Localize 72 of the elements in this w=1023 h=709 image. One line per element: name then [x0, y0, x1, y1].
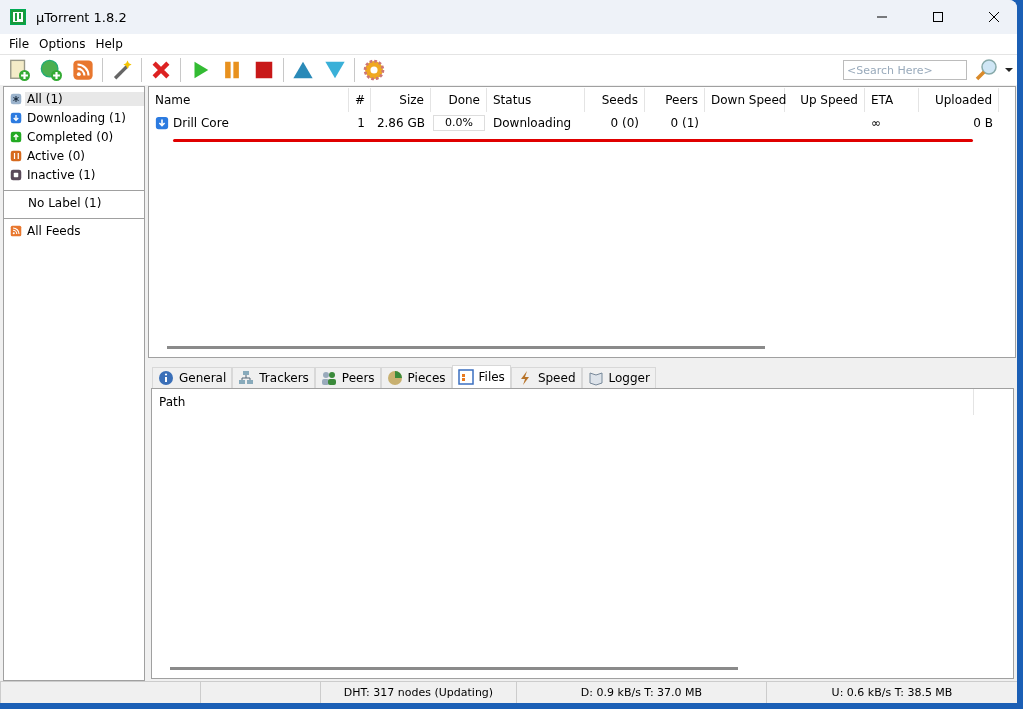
detail-tab[interactable]: Files — [451, 365, 511, 388]
column-header[interactable]: # — [349, 88, 371, 112]
app-logo-icon — [10, 9, 26, 25]
stop-icon — [253, 59, 275, 81]
magic-wand-icon — [111, 59, 133, 81]
toolbar-button[interactable] — [361, 57, 387, 83]
table-cell-text: 1 — [356, 116, 366, 130]
people-icon — [320, 370, 337, 386]
scrollbar-thumb[interactable] — [167, 346, 765, 349]
search-field[interactable]: <Search Here> — [843, 60, 967, 80]
table-cell: Drill Core — [149, 116, 349, 130]
detail-tab[interactable]: Speed — [510, 367, 582, 388]
close-icon — [988, 11, 1000, 23]
book-icon — [587, 370, 604, 386]
scrollbar-thumb[interactable] — [170, 667, 738, 670]
network-icon — [238, 370, 255, 386]
column-header[interactable]: Down Speed — [705, 88, 785, 112]
table-cell-text: 2.86 GB — [375, 116, 426, 130]
sidebar-item[interactable]: Active (0) — [25, 148, 144, 163]
column-header[interactable]: Up Speed — [785, 88, 865, 112]
toolbar-button[interactable] — [70, 57, 96, 83]
table-cell-text: 0 (1) — [669, 116, 700, 130]
sidebar-item[interactable]: Completed (0) — [25, 129, 144, 144]
column-header[interactable]: Done — [431, 88, 487, 112]
column-header[interactable]: Seeds — [585, 88, 645, 112]
globe-add-icon — [40, 59, 62, 81]
column-header[interactable]: ETA — [865, 88, 919, 112]
window-title: µTorrent 1.8.2 — [36, 9, 128, 25]
dropdown-caret-icon[interactable] — [1005, 67, 1013, 73]
menu-item[interactable]: File — [4, 37, 35, 51]
search-button[interactable] — [973, 57, 999, 83]
info-icon — [158, 370, 174, 386]
pie-icon — [386, 370, 403, 386]
table-cell-text: Downloading — [492, 116, 573, 130]
detail-tab[interactable]: Trackers — [232, 367, 315, 388]
menu-item[interactable]: Options — [34, 37, 91, 51]
search-icon — [974, 58, 998, 82]
stop-square-icon — [10, 167, 22, 182]
table-cell-text: 0 (0) — [609, 116, 640, 130]
maximize-icon — [932, 11, 944, 23]
sidebar-item[interactable]: No Label (1) — [26, 195, 144, 210]
progress-bar: 0.0% — [433, 115, 485, 131]
table-cell-text: ∞ — [870, 116, 882, 130]
column-header[interactable]: Peers — [645, 88, 705, 112]
window-icon — [457, 369, 474, 385]
detail-tab[interactable]: General — [152, 367, 233, 388]
sidebar-item[interactable]: Inactive (1) — [25, 167, 144, 182]
sidebar-item[interactable]: Downloading (1) — [25, 110, 144, 125]
column-header[interactable]: Size — [371, 88, 431, 112]
toolbar-button[interactable] — [38, 57, 64, 83]
status-text: DHT: 317 nodes (Updating) — [320, 682, 516, 703]
sidebar-item[interactable]: All (1) — [25, 91, 144, 106]
status-text: D: 0.9 kB/s T: 37.0 MB — [516, 682, 766, 703]
column-header[interactable]: Status — [487, 88, 585, 112]
detail-tab[interactable]: Peers — [314, 367, 381, 388]
rss-icon — [10, 223, 22, 238]
detail-tab[interactable]: Pieces — [380, 367, 452, 388]
column-header[interactable]: Name — [149, 88, 349, 112]
detail-tab[interactable]: Logger — [581, 367, 656, 388]
sidebar-item[interactable]: All Feeds — [25, 223, 144, 238]
rss-icon — [72, 59, 94, 81]
asterisk-icon — [10, 91, 22, 106]
status-text: U: 0.6 kB/s T: 38.5 MB — [766, 682, 1017, 703]
up-down-arrows-icon — [10, 148, 22, 163]
down-arrow-icon — [155, 116, 169, 130]
table-cell-text: 0 B — [972, 116, 994, 130]
remove-icon — [150, 59, 172, 81]
column-header[interactable]: Uploaded — [919, 88, 999, 112]
menu-item[interactable]: Help — [90, 37, 128, 51]
column-header[interactable]: Path — [152, 389, 974, 415]
settings-icon — [363, 59, 385, 81]
add-file-icon — [8, 59, 30, 81]
